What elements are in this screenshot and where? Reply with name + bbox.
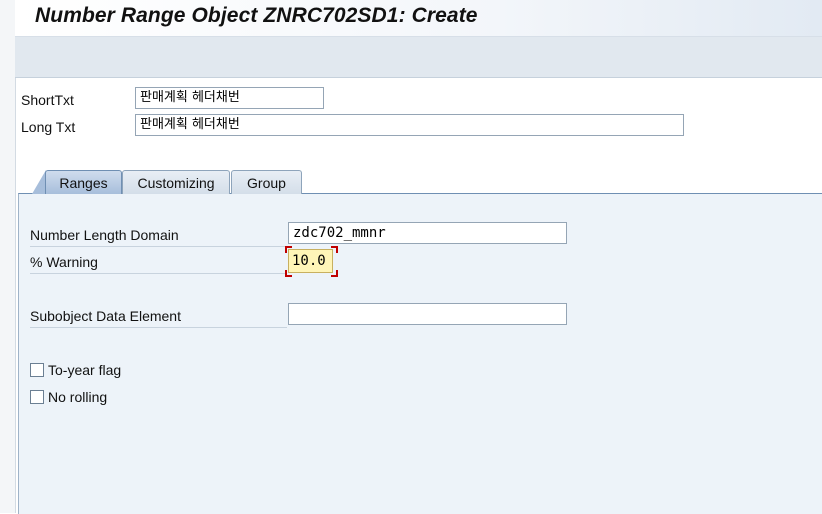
tab-customizing[interactable]: Customizing <box>122 170 230 194</box>
focus-corner <box>331 246 338 253</box>
subobject-data-element-field[interactable] <box>288 303 567 325</box>
tab-edge <box>32 170 46 194</box>
subobject-data-element-label: Subobject Data Element <box>30 308 181 324</box>
focus-corner <box>331 270 338 277</box>
number-length-domain-field[interactable]: zdc702_mmnr <box>288 222 567 244</box>
row-divider <box>30 327 287 328</box>
application-toolbar <box>15 36 822 78</box>
row-divider <box>30 246 287 247</box>
title-bar: Number Range Object ZNRC702SD1: Create <box>15 0 822 36</box>
short-txt-label: ShortTxt <box>21 92 74 108</box>
no-rolling-checkbox[interactable] <box>30 390 44 404</box>
row-divider <box>30 273 287 274</box>
warning-field[interactable]: 10.0 <box>288 249 333 273</box>
to-year-flag-label: To-year flag <box>48 362 122 378</box>
tab-ranges[interactable]: Ranges <box>45 170 122 194</box>
short-txt-field[interactable]: 판매계획 헤더채번 <box>135 87 324 109</box>
warning-label: % Warning <box>30 254 98 270</box>
left-strip <box>0 0 16 513</box>
no-rolling-label: No rolling <box>48 389 108 405</box>
long-txt-field[interactable]: 판매계획 헤더채번 <box>135 114 684 136</box>
focus-corner <box>285 246 292 253</box>
tab-group[interactable]: Group <box>231 170 302 194</box>
to-year-flag-checkbox[interactable] <box>30 363 44 377</box>
page-title: Number Range Object ZNRC702SD1: Create <box>35 4 478 27</box>
number-length-domain-label: Number Length Domain <box>30 227 179 243</box>
long-txt-label: Long Txt <box>21 119 76 135</box>
focus-corner <box>285 270 292 277</box>
